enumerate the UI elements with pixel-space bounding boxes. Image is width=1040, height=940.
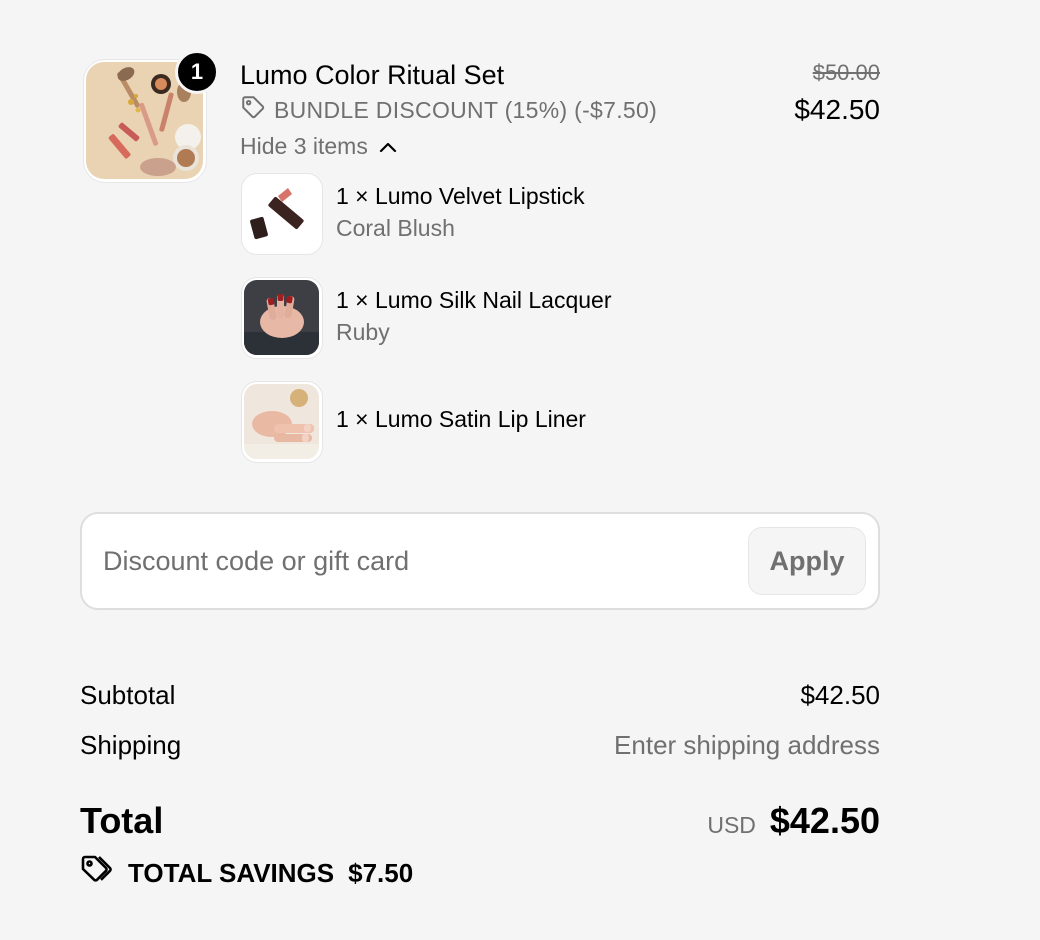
bundle-discount: BUNDLE DISCOUNT (15%) (-$7.50): [240, 94, 657, 126]
shipping-label: Shipping: [80, 730, 182, 760]
product-title: Lumo Color Ritual Set: [240, 60, 505, 90]
chevron-up-icon: [378, 133, 398, 160]
original-price: $50.00: [812, 60, 880, 85]
quantity-badge: 1: [175, 50, 219, 94]
bundle-item-name: 1 × Lumo Silk Nail Lacquer: [336, 287, 612, 313]
discount-label: BUNDLE DISCOUNT (15%) (-$7.50): [274, 96, 658, 123]
subtotal-row: Subtotal $42.50: [80, 680, 880, 716]
discounted-price: $42.50: [794, 94, 880, 125]
bundle-item: 1 × Lumo Satin Lip Liner: [241, 381, 841, 463]
tags-icon: [80, 854, 114, 893]
shipping-row: Shipping Enter shipping address: [80, 730, 880, 766]
hide-items-toggle[interactable]: Hide 3 items: [240, 130, 398, 162]
toggle-label: Hide 3 items: [240, 132, 368, 159]
discount-code-input[interactable]: [82, 514, 753, 608]
total-amount: $42.50: [769, 800, 880, 841]
savings-label: TOTAL SAVINGS: [128, 857, 335, 888]
bundle-item-name: 1 × Lumo Velvet Lipstick: [336, 183, 585, 209]
bundle-item-image: [241, 173, 323, 255]
savings-amount: $7.50: [348, 857, 414, 888]
total-label: Total: [80, 800, 164, 841]
subtotal-value: $42.50: [800, 680, 880, 710]
discount-code-form: Apply: [80, 512, 880, 610]
subtotal-label: Subtotal: [80, 680, 176, 710]
bundle-item-image: [241, 277, 323, 359]
apply-button[interactable]: Apply: [748, 527, 866, 595]
bundle-item: 1 × Lumo Silk Nail Lacquer Ruby: [241, 277, 841, 359]
bundle-item-image: [241, 381, 323, 463]
bundle-item-variant: Coral Blush: [336, 215, 455, 241]
bundle-item: 1 × Lumo Velvet Lipstick Coral Blush: [241, 173, 841, 255]
currency-code: USD: [707, 812, 756, 838]
bundle-item-name: 1 × Lumo Satin Lip Liner: [336, 406, 586, 432]
tag-icon: [240, 94, 266, 126]
bundle-item-variant: Ruby: [336, 319, 390, 345]
shipping-value: Enter shipping address: [614, 730, 880, 760]
total-row: Total USD $42.50: [80, 800, 880, 846]
order-summary: 1 Lumo Color Ritual Set BUNDLE DISCOUNT …: [80, 0, 880, 940]
total-value: USD $42.50: [707, 800, 880, 842]
total-savings: TOTAL SAVINGS $7.50: [80, 855, 413, 891]
